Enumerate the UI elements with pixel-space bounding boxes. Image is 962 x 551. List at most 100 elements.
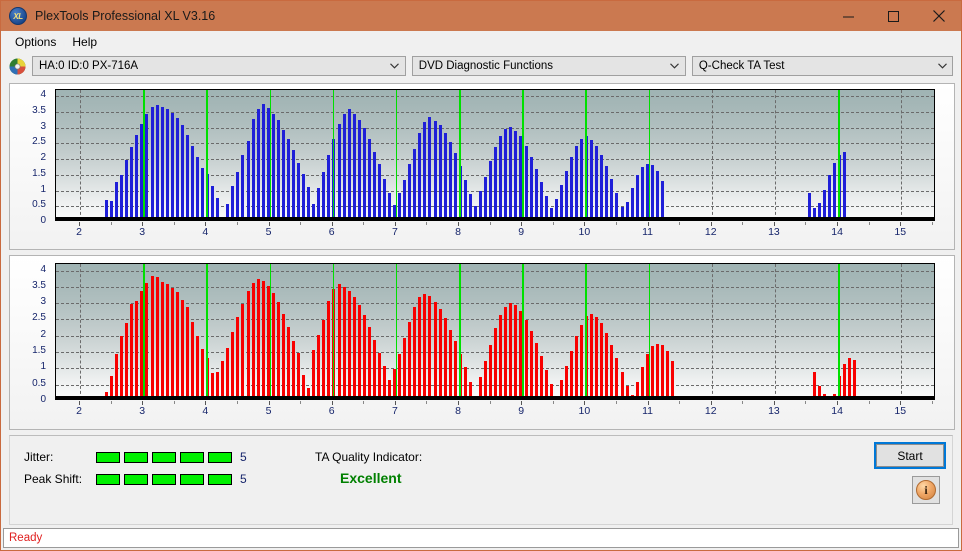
marker-line [269,90,272,220]
chart-bar [317,188,321,218]
chart-bar [453,341,457,397]
chart-bar [615,192,619,218]
chart-bar [372,339,376,397]
gridline-vertical [901,90,903,220]
chart-bar [842,364,846,397]
marker-line [838,90,840,220]
gridline-horizontal [56,112,934,113]
x-axis-tick-label: 14 [831,226,843,238]
toolbar: HA:0 ID:0 PX-716A DVD Diagnostic Functio… [1,52,961,80]
chart-bar [120,175,124,218]
chart-bar [605,333,609,397]
x-axis-minor-tick [868,401,870,404]
marker-line [143,264,145,399]
chart-bar [398,193,402,218]
chart-bar [413,148,417,218]
chart-bar [261,280,265,397]
chart-bar [539,181,543,218]
menu-item-options[interactable]: Options [7,33,64,51]
chart-bar [463,367,467,397]
chart-bar [408,321,412,397]
x-axis-tick-label: 10 [578,405,591,417]
chart-bar [433,302,437,397]
chart-bar [312,350,316,397]
info-button[interactable]: i [912,476,940,504]
y-axis-tick-label: 2.5 [32,312,46,324]
menu-item-help[interactable]: Help [64,33,105,51]
marker-line [648,90,651,220]
chart-bar [110,200,114,218]
chart-bar [135,134,139,218]
drive-select[interactable]: HA:0 ID:0 PX-716A [32,56,406,76]
y-axis-tick-label: 3.5 [32,279,46,291]
chart-bar [115,354,119,397]
chart-bar [216,198,220,218]
chart-bar [347,109,351,218]
chart-bar [660,345,664,397]
x-axis-minor-tick [615,401,617,404]
gridline-vertical [774,90,776,220]
chart-bar [534,169,538,218]
chart-bar [357,305,361,397]
maximize-button[interactable] [871,1,916,31]
chart-bar [125,323,129,397]
chart-bar [595,145,599,218]
chart-bar [276,120,280,218]
chart-bar [564,365,568,397]
app-window: XL PlexTools Professional XL V3.16 Optio… [0,0,962,551]
chart-bar [236,172,240,218]
chart-bar [443,318,447,397]
chart-bar [388,192,392,218]
close-button[interactable] [916,1,961,31]
plot-baseline [56,217,934,220]
chart-bar [479,191,483,218]
chart-bar [660,180,664,218]
chart-bar [317,334,321,397]
y-axis-tick-label: 2 [40,152,46,164]
chart-bar [484,360,488,397]
chart-bar [569,156,573,218]
x-axis-minor-tick [552,401,554,404]
chart-bar [428,117,432,218]
chart-bar [155,104,159,218]
x-axis-minor-tick [679,222,681,225]
chart-bar [453,153,457,218]
chart-bar [307,187,311,218]
y-axis-tick-label: 1 [40,183,46,195]
chart-bar [504,307,508,397]
start-button[interactable]: Start [874,442,946,469]
chart-bar [549,383,553,397]
chart-bar [256,278,260,397]
chart-bar [428,296,432,397]
chart-bar [190,321,194,397]
chart-bar [115,181,119,218]
marker-line [143,90,145,220]
chart-bar [600,155,604,218]
meter-segment [96,473,120,485]
x-axis-minor-tick [489,222,491,225]
minimize-button[interactable] [826,1,871,31]
chart-bar [489,161,493,218]
chart-bar [120,336,124,397]
chart-bar [160,281,164,397]
chart-bar [524,320,528,397]
chart-bar [327,300,331,397]
chart-bar [382,178,386,218]
chart-bar [241,303,245,397]
test-select[interactable]: Q-Check TA Test [691,56,953,76]
x-axis: 2 3 4 5 6 7 8 9 10 11 12 13 14 15 [10,222,954,244]
function-select[interactable]: DVD Diagnostic Functions [411,56,686,76]
chart-bar [544,370,548,397]
chart-bar [569,351,573,397]
chart-bar [357,120,361,218]
chart-bar [286,139,290,218]
x-axis-minor-tick [173,222,175,225]
x-axis-minor-tick [363,401,365,404]
chart-bar [514,130,518,218]
chart-bar [251,282,255,397]
chart-bar [468,382,472,397]
chart-bar [650,346,654,397]
chart-bar [130,147,134,218]
x-axis-tick-label: 4 [202,405,209,417]
ta-quality-label: TA Quality Indicator: [315,450,423,464]
